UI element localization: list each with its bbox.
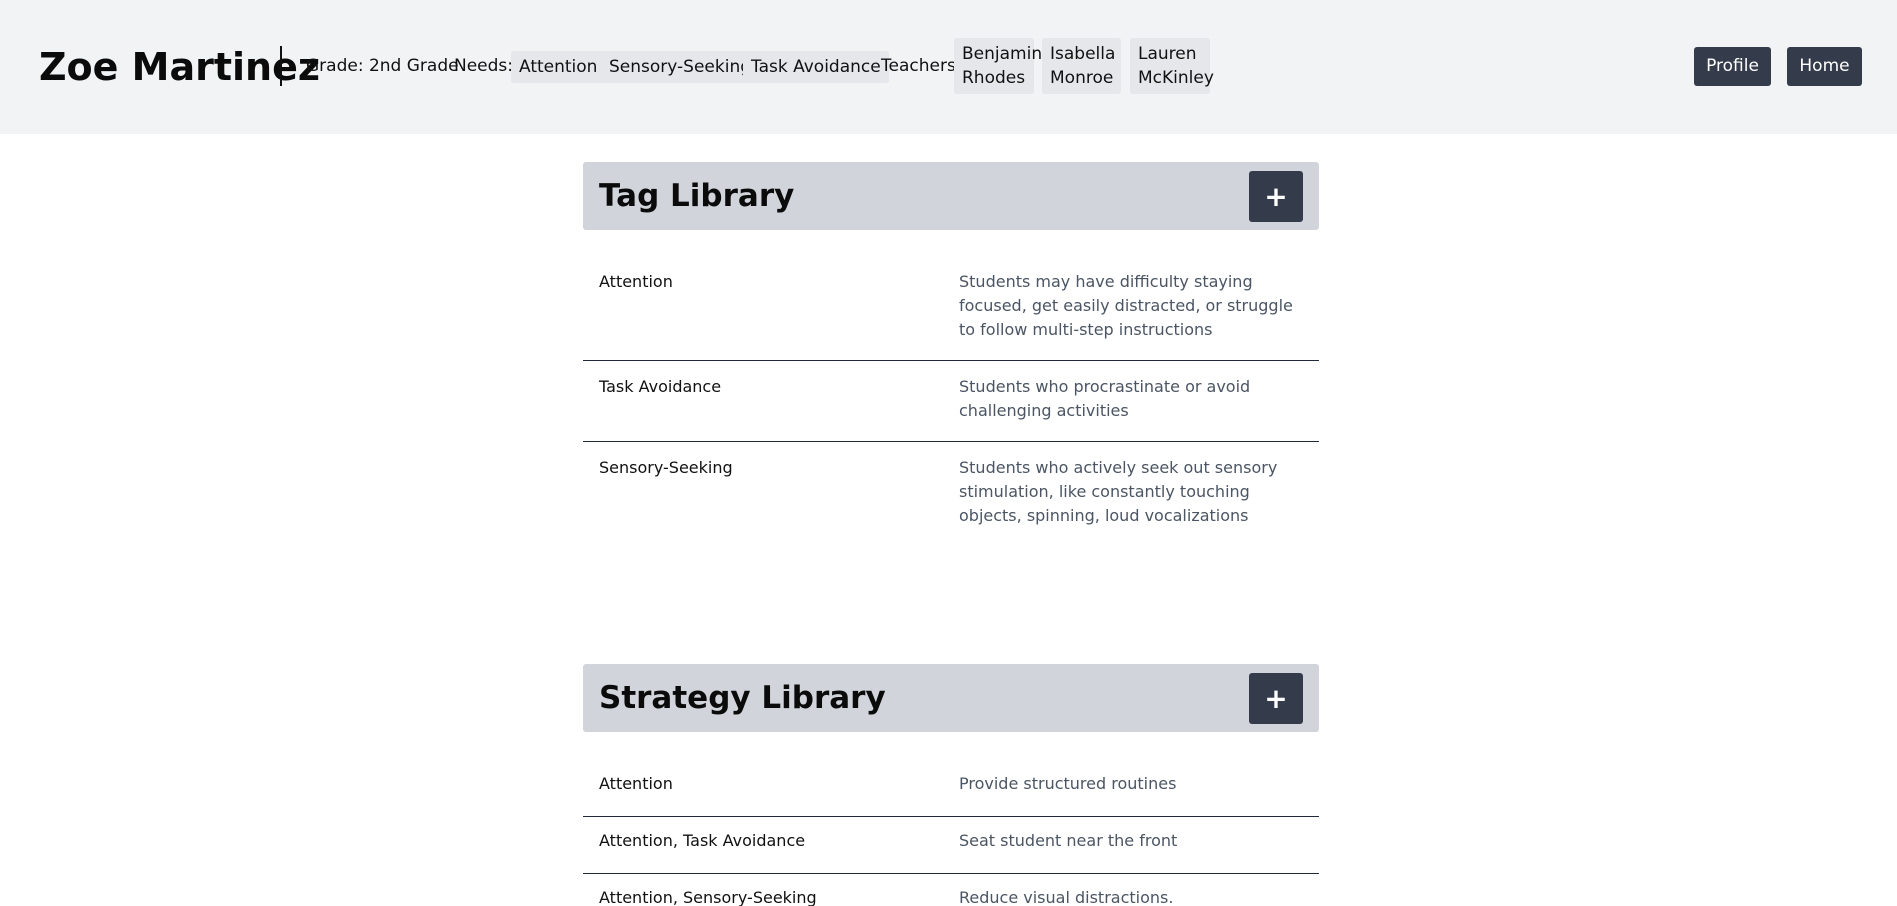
teacher-chip: Benjamin Rhodes [954,38,1043,94]
teacher-last-name: Rhodes [962,68,1026,88]
strategy-library-section: Strategy Library + Attention Provide str… [583,664,1319,906]
teacher-last-name: Monroe [1050,68,1114,88]
tag-library-title: Tag Library [599,178,795,214]
add-tag-button[interactable]: + [1249,171,1303,222]
teacher-first-name: Lauren [1138,44,1197,64]
strategy-library-title: Strategy Library [599,680,886,716]
add-strategy-button[interactable]: + [1249,673,1303,724]
student-header: Zoe Martinez Grade: 2nd Grade Needs: Att… [0,0,1897,134]
strategy-tags: Attention, Task Avoidance [599,831,806,850]
tag-library-section: Tag Library + Attention Students may hav… [583,162,1319,552]
table-row: Attention, Task Avoidance Seat student n… [583,817,1319,874]
home-button[interactable]: Home [1787,47,1862,86]
teacher-last-name: McKinley [1138,68,1214,88]
table-row: Sensory-Seeking Students who actively se… [583,442,1319,542]
plus-icon: + [1264,682,1288,715]
teacher-chip: Isabella Monroe [1042,38,1121,94]
tag-description: Students may have difficulty staying foc… [959,272,1293,339]
tag-description: Students who procrastinate or avoid chal… [959,377,1251,420]
need-chip-task-avoidance: Task Avoidance [743,51,889,83]
student-grade: Grade: 2nd Grade [306,56,459,76]
teacher-first-name: Isabella [1050,44,1116,64]
strategy-description: Provide structured routines [959,774,1177,793]
strategy-description: Seat student near the front [959,831,1178,850]
needs-label: Needs: [454,56,514,76]
table-row: Attention Students may have difficulty s… [583,258,1319,361]
teachers-label: Teachers: [881,56,962,76]
tag-name: Attention [599,272,673,291]
strategy-tags: Attention, Sensory-Seeking [599,888,817,906]
plus-icon: + [1264,180,1288,213]
header-divider [280,46,282,86]
tag-description: Students who actively seek out sensory s… [959,458,1278,525]
table-row: Attention Provide structured routines [583,760,1319,817]
strategy-library-header: Strategy Library + [583,664,1319,732]
tag-name: Task Avoidance [599,377,722,396]
strategy-description: Reduce visual distractions. [959,888,1174,906]
student-name: Zoe Martinez [39,45,320,89]
tag-library-header: Tag Library + [583,162,1319,230]
table-row: Task Avoidance Students who procrastinat… [583,361,1319,442]
tag-name: Sensory-Seeking [599,458,733,477]
need-chip-attention: Attention [511,51,606,83]
strategy-tags: Attention [599,774,673,793]
teacher-chip: Lauren McKinley [1130,38,1214,94]
profile-button[interactable]: Profile [1694,47,1771,86]
table-row: Attention, Sensory-Seeking Reduce visual… [583,874,1319,906]
need-chip-sensory-seeking: Sensory-Seeking [601,51,760,83]
teacher-first-name: Benjamin [962,44,1043,64]
